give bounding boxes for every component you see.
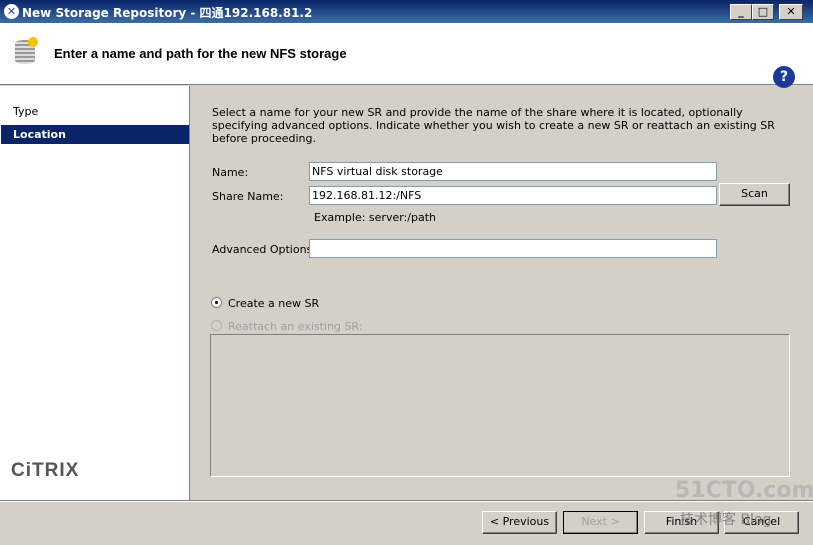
finish-button[interactable]: Finish [644,511,719,534]
advanced-options-input[interactable] [309,239,717,258]
reattach-sr-radio[interactable] [211,320,222,331]
new-star-icon [28,37,38,47]
reattach-sr-label[interactable]: Reattach an existing SR: [228,320,362,333]
wizard-steps: Type Location [0,86,190,500]
share-name-label: Share Name: [212,190,284,203]
page-title: Enter a name and path for the new NFS st… [54,46,347,61]
example-hint: Example: server:/path [314,211,436,224]
footer-divider [0,500,813,502]
intro-text: Select a name for your new SR and provid… [212,106,775,145]
create-new-sr-label[interactable]: Create a new SR [228,297,319,310]
wizard-header: Enter a name and path for the new NFS st… [0,23,813,88]
sidebar-item-type[interactable]: Type [1,102,189,121]
title-bar: ✕ New Storage Repository - 四通192.168.81.… [0,0,813,23]
share-name-input[interactable]: 192.168.81.12:/NFS [309,186,717,205]
create-new-sr-radio[interactable] [211,297,222,308]
advanced-options-label: Advanced Options: [212,243,316,256]
sidebar-item-location[interactable]: Location [1,125,189,144]
cancel-button[interactable]: Cancel [724,511,799,534]
existing-sr-list[interactable] [210,334,790,477]
name-label: Name: [212,166,249,179]
window-title: New Storage Repository - 四通192.168.81.2 [22,6,313,20]
previous-button[interactable]: < Previous [482,511,557,534]
citrix-logo: CiTRIX [11,460,80,481]
next-button[interactable]: Next > [563,511,638,534]
scan-button[interactable]: Scan [719,183,790,206]
app-icon: ✕ [4,4,19,19]
maximize-button[interactable]: □ [752,4,774,20]
help-icon[interactable]: ? [773,66,795,88]
minimize-button[interactable]: _ [730,4,752,20]
name-input[interactable]: NFS virtual disk storage [309,162,717,181]
close-button[interactable]: ✕ [779,4,803,20]
